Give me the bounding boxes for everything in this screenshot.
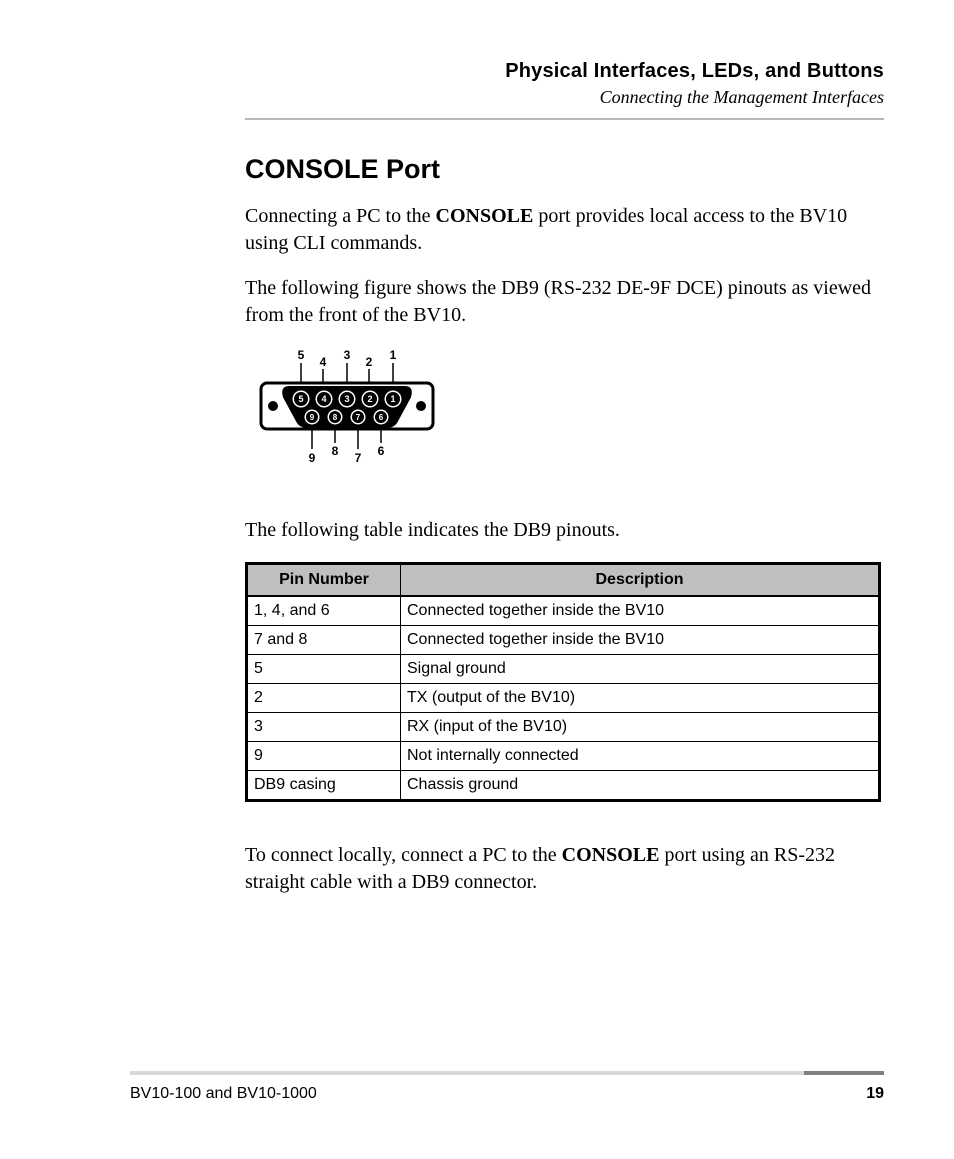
table-row: 1, 4, and 6Connected together inside the… xyxy=(247,596,880,626)
db9-pinout-table: Pin Number Description 1, 4, and 6Connec… xyxy=(245,562,881,802)
header-rule xyxy=(245,118,884,120)
fig-pin-label: 7 xyxy=(356,413,361,422)
fig-pin-label: 2 xyxy=(367,394,372,404)
table-row: 3RX (input of the BV10) xyxy=(247,713,880,742)
para1-text-a: Connecting a PC to the xyxy=(245,205,436,227)
console-keyword: CONSOLE xyxy=(562,844,660,866)
fig-bottom-label: 9 xyxy=(309,451,316,465)
paragraph-1: Connecting a PC to the CONSOLE port prov… xyxy=(245,203,884,257)
table-row: 9Not internally connected xyxy=(247,742,880,771)
fig-pin-label: 1 xyxy=(390,394,395,404)
fig-top-label: 1 xyxy=(390,348,397,362)
paragraph-3: The following table indicates the DB9 pi… xyxy=(245,517,884,544)
fig-pin-label: 8 xyxy=(333,413,338,422)
cell-desc: Chassis ground xyxy=(401,771,880,801)
fig-pin-label: 4 xyxy=(321,394,326,404)
cell-pin: 7 and 8 xyxy=(247,626,401,655)
cell-desc: Connected together inside the BV10 xyxy=(401,626,880,655)
fig-top-label: 5 xyxy=(298,348,305,362)
cell-desc: Signal ground xyxy=(401,655,880,684)
table-header-pin: Pin Number xyxy=(247,564,401,597)
fig-pin-label: 6 xyxy=(379,413,384,422)
table-row: 5Signal ground xyxy=(247,655,880,684)
cell-pin: 2 xyxy=(247,684,401,713)
table-row: 2TX (output of the BV10) xyxy=(247,684,880,713)
section-heading: CONSOLE Port xyxy=(245,154,884,185)
table-header-desc: Description xyxy=(401,564,880,597)
chapter-title: Physical Interfaces, LEDs, and Buttons xyxy=(245,60,884,83)
para4-text-a: To connect locally, connect a PC to the xyxy=(245,844,562,866)
table-row: DB9 casingChassis ground xyxy=(247,771,880,801)
fig-pin-label: 3 xyxy=(344,394,349,404)
fig-bottom-label: 6 xyxy=(378,444,385,458)
cell-pin: 3 xyxy=(247,713,401,742)
fig-top-label: 3 xyxy=(344,348,351,362)
fig-top-label: 2 xyxy=(366,355,373,369)
fig-bottom-label: 8 xyxy=(332,444,339,458)
section-subtitle: Connecting the Management Interfaces xyxy=(245,87,884,108)
fig-pin-label: 9 xyxy=(310,413,315,422)
cell-pin: 1, 4, and 6 xyxy=(247,596,401,626)
running-header: Physical Interfaces, LEDs, and Buttons C… xyxy=(245,60,884,108)
paragraph-4: To connect locally, connect a PC to the … xyxy=(245,842,884,896)
page-number: 19 xyxy=(866,1085,884,1103)
footer-product: BV10-100 and BV10-1000 xyxy=(130,1085,317,1103)
cell-desc: TX (output of the BV10) xyxy=(401,684,880,713)
cell-desc: Connected together inside the BV10 xyxy=(401,596,880,626)
fig-bottom-label: 7 xyxy=(355,451,362,465)
table-row: 7 and 8Connected together inside the BV1… xyxy=(247,626,880,655)
paragraph-2: The following figure shows the DB9 (RS-2… xyxy=(245,275,884,329)
page-footer: BV10-100 and BV10-1000 19 xyxy=(130,1071,884,1103)
fig-top-label: 4 xyxy=(320,355,327,369)
fig-pin-label: 5 xyxy=(298,394,303,404)
cell-pin: 5 xyxy=(247,655,401,684)
console-keyword: CONSOLE xyxy=(436,205,534,227)
cell-pin: DB9 casing xyxy=(247,771,401,801)
cell-pin: 9 xyxy=(247,742,401,771)
cell-desc: RX (input of the BV10) xyxy=(401,713,880,742)
footer-rule xyxy=(130,1071,884,1075)
cell-desc: Not internally connected xyxy=(401,742,880,771)
db9-pinout-figure: 5 4 3 2 1 xyxy=(255,347,884,487)
main-content: CONSOLE Port Connecting a PC to the CONS… xyxy=(245,154,884,896)
db9-connector-icon: 5 4 3 2 1 xyxy=(255,347,455,487)
